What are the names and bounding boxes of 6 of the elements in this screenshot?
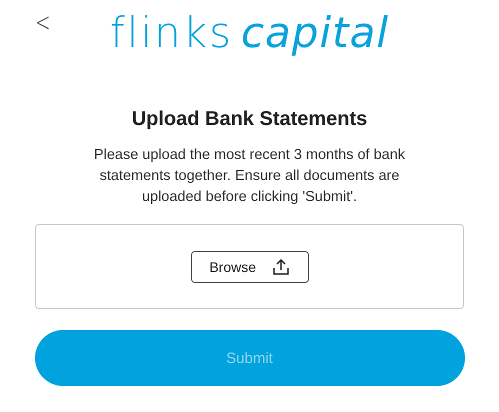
browse-button[interactable]: Browse bbox=[190, 250, 308, 282]
page-title: Upload Bank Statements bbox=[132, 108, 368, 131]
logo: flinks capital bbox=[110, 12, 389, 59]
instructions: Please upload the most recent 3 months of bank statements together. Ensure all documents are uploaded before clicking 'Submit'. bbox=[92, 146, 406, 207]
upload-icon bbox=[272, 258, 290, 276]
back-button[interactable]: < bbox=[32, 8, 54, 38]
